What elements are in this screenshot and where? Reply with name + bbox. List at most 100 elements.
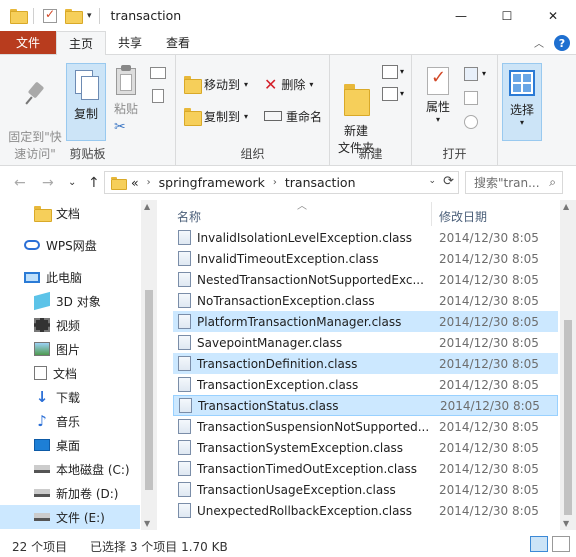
class-file-icon bbox=[178, 377, 191, 392]
nav-item-wps-cloud[interactable]: WPS网盘 bbox=[0, 233, 140, 257]
select-icon bbox=[509, 70, 535, 96]
large-icons-view-button[interactable] bbox=[552, 536, 570, 552]
file-row[interactable]: InvalidIsolationLevelException.class 2014… bbox=[173, 227, 558, 248]
file-date: 2014/12/30 8:05 bbox=[439, 272, 539, 287]
cut-icon[interactable]: ✂ bbox=[114, 119, 126, 135]
easy-access-icon[interactable] bbox=[382, 87, 398, 101]
ribbon-collapse-icon[interactable]: ︿ bbox=[534, 35, 544, 51]
close-button[interactable]: ✕ bbox=[530, 0, 576, 31]
file-row[interactable]: TransactionSystemException.class 2014/12/… bbox=[173, 437, 558, 458]
file-row[interactable]: InvalidTimeoutException.class 2014/12/30 … bbox=[173, 248, 558, 269]
nav-item-drive-e[interactable]: 文件 (E:) bbox=[0, 505, 140, 529]
download-icon: ↓ bbox=[35, 388, 49, 406]
breadcrumb-item[interactable]: springframework bbox=[159, 175, 265, 190]
scrollbar-thumb[interactable] bbox=[564, 320, 572, 515]
details-view-button[interactable] bbox=[530, 536, 548, 552]
folder-icon bbox=[34, 206, 52, 222]
file-row[interactable]: UnexpectedRollbackException.class 2014/12… bbox=[173, 500, 558, 521]
tab-file[interactable]: 文件 bbox=[0, 31, 56, 54]
file-row[interactable]: TransactionStatus.class 2014/12/30 8:05 bbox=[173, 395, 558, 416]
minimize-button[interactable]: — bbox=[438, 0, 484, 31]
tab-share[interactable]: 共享 bbox=[106, 31, 154, 54]
forward-button[interactable]: → bbox=[42, 175, 54, 191]
nav-item-3d-objects[interactable]: 3D 对象 bbox=[0, 289, 140, 313]
file-row[interactable]: TransactionTimedOutException.class 2014/1… bbox=[173, 458, 558, 479]
maximize-button[interactable]: ☐ bbox=[484, 0, 530, 31]
nav-item-drive-d[interactable]: 新加卷 (D:) bbox=[0, 481, 140, 505]
back-button[interactable]: ← bbox=[14, 175, 26, 191]
open-icon[interactable] bbox=[464, 67, 478, 81]
copy-to-icon bbox=[184, 108, 202, 126]
scroll-up-icon[interactable]: ▲ bbox=[563, 202, 569, 211]
chevron-down-icon[interactable]: ▾ bbox=[482, 69, 486, 78]
new-folder-quick-icon[interactable] bbox=[65, 8, 83, 25]
column-date[interactable]: 修改日期 bbox=[439, 208, 487, 225]
breadcrumb-overflow[interactable]: « bbox=[131, 175, 139, 190]
search-input[interactable]: 搜索"tran... ⌕ bbox=[465, 171, 563, 194]
nav-item-drive-c[interactable]: 本地磁盘 (C:) bbox=[0, 457, 140, 481]
file-name: TransactionSystemException.class bbox=[197, 440, 404, 455]
chevron-down-icon[interactable]: ▾ bbox=[400, 89, 404, 98]
nav-scrollbar[interactable]: ▲ ▼ bbox=[141, 200, 157, 530]
nav-item-documents-pinned[interactable]: 文档 bbox=[0, 201, 140, 225]
search-icon: ⌕ bbox=[549, 175, 556, 189]
class-file-icon bbox=[178, 503, 191, 518]
delete-button[interactable]: ✕ 删除 ▾ bbox=[264, 73, 313, 95]
tab-home[interactable]: 主页 bbox=[56, 31, 107, 55]
move-to-button[interactable]: 移动到 ▾ bbox=[184, 73, 248, 95]
file-row[interactable]: NestedTransactionNotSupportedExc... 2014/… bbox=[173, 269, 558, 290]
file-row[interactable]: TransactionUsageException.class 2014/12/3… bbox=[173, 479, 558, 500]
file-row[interactable]: TransactionDefinition.class 2014/12/30 8:… bbox=[173, 353, 558, 374]
chevron-down-icon[interactable]: ▾ bbox=[87, 11, 92, 21]
chevron-right-icon[interactable]: › bbox=[273, 177, 277, 188]
chevron-right-icon[interactable]: › bbox=[147, 177, 151, 188]
nav-item-desktop[interactable]: 桌面 bbox=[0, 433, 140, 457]
copy-path-icon[interactable] bbox=[150, 67, 166, 79]
file-name: InvalidTimeoutException.class bbox=[197, 251, 379, 266]
file-row[interactable]: PlatformTransactionManager.class 2014/12/… bbox=[173, 311, 558, 332]
nav-item-this-pc[interactable]: 此电脑 bbox=[0, 265, 140, 289]
file-row[interactable]: NoTransactionException.class 2014/12/30 8… bbox=[173, 290, 558, 311]
up-button[interactable]: ↑ bbox=[88, 175, 100, 191]
paste-button[interactable]: 粘贴 bbox=[110, 65, 142, 118]
chevron-down-icon[interactable]: ▾ bbox=[400, 67, 404, 76]
window-title: transaction bbox=[110, 8, 182, 23]
properties-quick-icon[interactable] bbox=[43, 7, 57, 23]
new-item-icon[interactable] bbox=[382, 65, 398, 79]
recent-locations-button[interactable]: ⌄ bbox=[68, 177, 76, 188]
nav-item-downloads[interactable]: ↓ 下载 bbox=[0, 385, 140, 409]
file-row[interactable]: SavepointManager.class 2014/12/30 8:05 bbox=[173, 332, 558, 353]
nav-item-pictures[interactable]: 图片 bbox=[0, 337, 140, 361]
copy-button[interactable]: 复制 bbox=[66, 63, 106, 141]
breadcrumb-item[interactable]: transaction bbox=[285, 175, 356, 190]
rename-button[interactable]: 重命名 bbox=[264, 105, 322, 127]
nav-item-documents[interactable]: 文档 bbox=[0, 361, 140, 385]
address-bar[interactable]: « › springframework › transaction ⌄ ⟳ bbox=[104, 171, 459, 194]
scroll-down-icon[interactable]: ▼ bbox=[563, 519, 569, 528]
column-name[interactable]: 名称 bbox=[177, 208, 201, 225]
copy-to-button[interactable]: 复制到 ▾ bbox=[184, 105, 248, 127]
help-icon[interactable]: ? bbox=[554, 35, 570, 51]
drive-icon bbox=[34, 513, 50, 521]
file-row[interactable]: TransactionException.class 2014/12/30 8:0… bbox=[173, 374, 558, 395]
file-name: TransactionSuspensionNotSupported... bbox=[197, 419, 430, 434]
organize-group: 移动到 ▾ ✕ 删除 ▾ 复制到 ▾ 重命名 组织 bbox=[176, 55, 330, 166]
history-icon[interactable] bbox=[464, 115, 478, 129]
scrollbar-thumb[interactable] bbox=[145, 290, 153, 490]
nav-item-videos[interactable]: 视频 bbox=[0, 313, 140, 337]
tab-view[interactable]: 查看 bbox=[154, 31, 202, 54]
paste-shortcut-icon[interactable] bbox=[152, 89, 164, 103]
scroll-down-icon[interactable]: ▼ bbox=[144, 519, 150, 528]
properties-button[interactable]: 属性 ▾ bbox=[420, 67, 456, 124]
refresh-button[interactable]: ⟳ bbox=[443, 174, 454, 189]
chevron-down-icon[interactable]: ⌄ bbox=[428, 176, 436, 186]
nav-item-music[interactable]: ♪ 音乐 bbox=[0, 409, 140, 433]
file-scrollbar[interactable]: ▲ ▼ bbox=[560, 200, 576, 530]
scroll-up-icon[interactable]: ▲ bbox=[144, 202, 150, 211]
pin-quick-access-button[interactable]: 固定到"快速访问" bbox=[4, 65, 66, 180]
edit-icon[interactable] bbox=[464, 91, 478, 105]
file-row[interactable]: TransactionSuspensionNotSupported... 2014… bbox=[173, 416, 558, 437]
class-file-icon bbox=[178, 293, 191, 308]
column-divider[interactable] bbox=[431, 202, 432, 226]
select-button[interactable]: 选择 ▾ bbox=[502, 63, 542, 141]
